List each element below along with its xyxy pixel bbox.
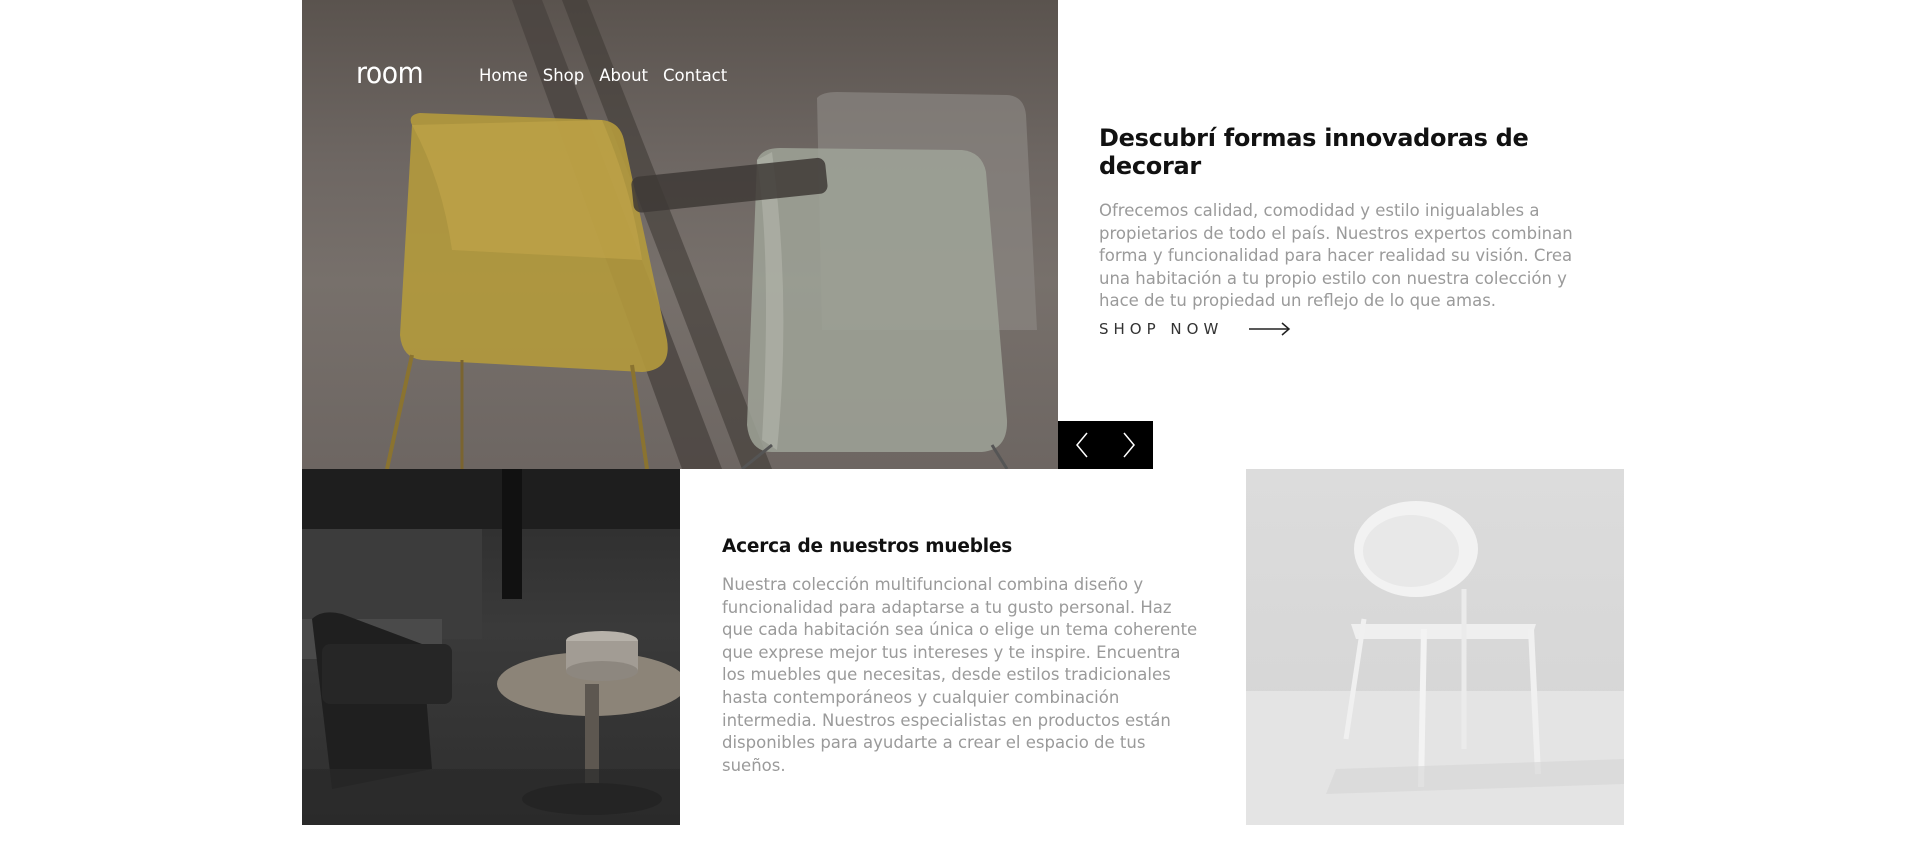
nav-home[interactable]: Home — [479, 66, 528, 85]
hero-image: room Home Shop About Contact — [302, 0, 1058, 469]
hero-title: Descubrí formas innovadoras de decorar — [1099, 124, 1529, 180]
chevron-left-icon — [1075, 432, 1088, 458]
slider-controls — [1058, 421, 1153, 469]
arrow-right-icon — [1249, 322, 1291, 336]
hero-content: Descubrí formas innovadoras de decorar O… — [1099, 124, 1599, 338]
white-chair-illustration — [1246, 501, 1624, 825]
white-chair-image — [1246, 469, 1624, 825]
shop-now-label: SHOP NOW — [1099, 320, 1224, 338]
slider-prev-button[interactable] — [1058, 421, 1106, 469]
armchair-illustration — [302, 469, 680, 825]
shop-now-button[interactable]: SHOP NOW — [1099, 320, 1291, 338]
page: room Home Shop About Contact Descubrí fo… — [302, 0, 1624, 825]
nav-shop[interactable]: Shop — [543, 66, 585, 85]
about-description: Nuestra colección multifuncional combina… — [722, 575, 1198, 775]
nav-about[interactable]: About — [599, 66, 648, 85]
about-content: Acerca de nuestros muebles Nuestra colec… — [722, 536, 1207, 777]
hero-description: Ofrecemos calidad, comodidad y estilo in… — [1099, 201, 1573, 311]
logo[interactable]: room — [356, 56, 424, 90]
slider-next-button[interactable] — [1106, 421, 1154, 469]
about-title: Acerca de nuestros muebles — [722, 536, 1013, 557]
main-nav: Home Shop About Contact — [479, 66, 727, 85]
chevron-right-icon — [1123, 432, 1136, 458]
dark-furniture-image — [302, 469, 680, 825]
nav-contact[interactable]: Contact — [663, 66, 727, 85]
